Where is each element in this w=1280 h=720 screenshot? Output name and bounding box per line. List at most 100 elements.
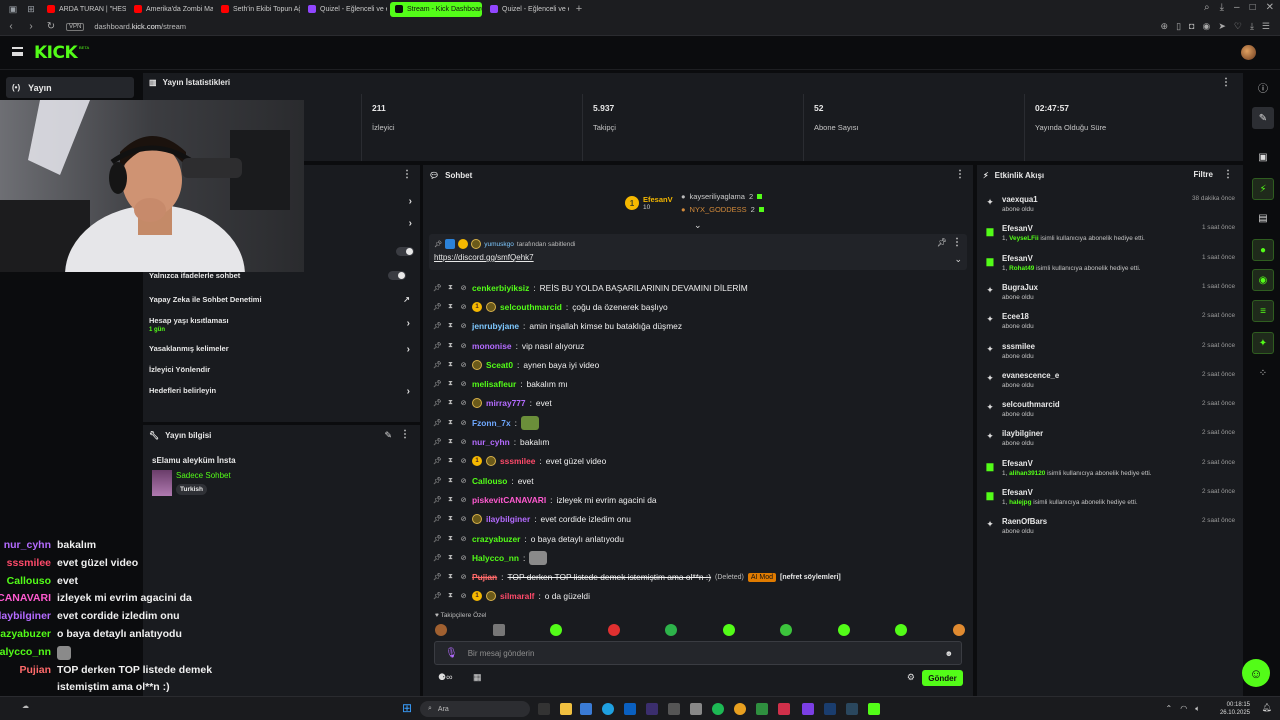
chat-username[interactable]: sssmilee: [500, 456, 535, 466]
ban-icon[interactable]: ⊘: [459, 477, 468, 485]
heart-icon[interactable]: ♡: [1234, 21, 1242, 32]
clipboard-icon[interactable]: ▤: [1252, 207, 1274, 229]
chat-username[interactable]: mononise: [472, 341, 512, 351]
timeout-icon[interactable]: ⧗: [446, 573, 455, 581]
timeout-icon[interactable]: ⧗: [446, 457, 455, 465]
pin-message-icon[interactable]: 📌︎: [433, 419, 442, 427]
timeout-icon[interactable]: ⧗: [446, 322, 455, 330]
pin-message-icon[interactable]: 📌︎: [433, 496, 442, 504]
timeout-icon[interactable]: ⧗: [446, 361, 455, 369]
eye-icon[interactable]: ◉: [1202, 21, 1210, 32]
activity-username[interactable]: evanescence_e: [1002, 371, 1059, 380]
chat-username[interactable]: Fzonn_7x: [472, 418, 511, 428]
pin-message-icon[interactable]: 📌︎: [433, 438, 442, 446]
chevron-right-icon[interactable]: ›: [407, 386, 410, 397]
weather-icon[interactable]: ☁: [22, 702, 29, 710]
ban-icon[interactable]: ⊘: [459, 361, 468, 369]
activity-username[interactable]: ilaybilginer: [1002, 429, 1043, 438]
app-icon[interactable]: [824, 703, 836, 715]
pin-message-icon[interactable]: 📌︎: [433, 477, 442, 485]
taskbar-clock[interactable]: 00:18:15 26.10.2025: [1220, 701, 1250, 717]
collapse-leaderboard-icon[interactable]: ⌄: [694, 220, 702, 231]
timeout-icon[interactable]: ⧗: [446, 496, 455, 504]
toggle-switch[interactable]: [396, 247, 414, 256]
chat-username[interactable]: silmaralf: [500, 591, 534, 601]
sidebar-toggle-icon[interactable]: ▣: [6, 3, 20, 15]
timeout-icon[interactable]: ⧗: [446, 554, 455, 562]
gift-recipient[interactable]: VeyseLFii: [1009, 235, 1039, 242]
broadcast-icon[interactable]: ◉: [1252, 269, 1274, 291]
leader-name[interactable]: kayseriliyaglama: [690, 192, 745, 201]
activity-username[interactable]: RaenOfBars: [1002, 517, 1047, 526]
pin-message-icon[interactable]: 📌︎: [433, 535, 442, 543]
nav-item-yayin[interactable]: (•) Yayın: [6, 77, 134, 98]
info-icon[interactable]: ⓘ: [1252, 76, 1274, 98]
vpn-badge[interactable]: VPN: [66, 22, 85, 31]
chat-username[interactable]: Pujian: [472, 572, 497, 582]
wrench-icon[interactable]: ✦: [1252, 332, 1274, 354]
activity-username[interactable]: EfesanV: [1002, 254, 1033, 263]
url-field[interactable]: dashboard.kick.com/stream: [94, 22, 186, 31]
ban-icon[interactable]: ⊘: [459, 573, 468, 581]
chevron-up-icon[interactable]: ⌃: [1166, 704, 1173, 714]
pencil-icon[interactable]: ✎: [1252, 107, 1274, 129]
send-button[interactable]: Gönder: [922, 670, 963, 686]
pin-message-icon[interactable]: 📌︎: [433, 457, 442, 465]
chat-tools-icon[interactable]: ⚈∞: [438, 672, 452, 683]
chat-username[interactable]: Callouso: [472, 476, 507, 486]
browser-tab[interactable]: Stream - Kick Dashboard: [390, 1, 482, 17]
ban-icon[interactable]: ⊘: [459, 342, 468, 350]
tab-overview-icon[interactable]: ⊞: [24, 3, 38, 15]
browser-tab[interactable]: Seth'in Ekibi Topun Ağzın: [216, 2, 300, 17]
search-tabs-icon[interactable]: ⌕: [1204, 2, 1210, 13]
app-icon[interactable]: [624, 703, 636, 715]
pin-message-icon[interactable]: 📌︎: [433, 342, 442, 350]
ban-icon[interactable]: ⊘: [459, 592, 468, 600]
mod-row-raid[interactable]: İzleyici Yönlendir: [149, 365, 410, 374]
pinned-link[interactable]: https://discord.gg/smfQehk7: [434, 253, 534, 262]
maximize-icon[interactable]: □: [1250, 2, 1256, 13]
emote-button[interactable]: [722, 624, 735, 636]
notification-icon[interactable]: 🔔︎: [1262, 703, 1272, 712]
expand-pinned-icon[interactable]: ⌄: [954, 254, 962, 265]
emote-button[interactable]: [780, 624, 793, 636]
mod-row-ai-moderation[interactable]: Yapay Zeka ile Sohbet Denetimi ↗: [149, 295, 410, 304]
zoom-icon[interactable]: ⊕: [1161, 21, 1169, 32]
bookmark-icon[interactable]: ▯: [1176, 21, 1181, 32]
activity-username[interactable]: EfesanV: [1002, 488, 1033, 497]
chat-username[interactable]: melisafleur: [472, 379, 516, 389]
filter-button[interactable]: Filtre: [1193, 170, 1213, 179]
chevron-right-icon[interactable]: ›: [407, 344, 410, 355]
shop-icon[interactable]: ▦: [473, 672, 482, 683]
pin-message-icon[interactable]: 📌︎: [433, 573, 442, 581]
activity-more-icon[interactable]: ⋮: [1223, 169, 1233, 180]
chevron-right-icon[interactable]: ›: [409, 196, 412, 207]
unpin-icon[interactable]: 📌︎: [937, 238, 947, 247]
emote-button[interactable]: [837, 624, 850, 636]
leader-name[interactable]: EfesanV: [643, 195, 673, 204]
file-explorer-icon[interactable]: [560, 703, 572, 715]
ban-icon[interactable]: ⊘: [459, 554, 468, 562]
forward-icon[interactable]: ›: [26, 21, 36, 32]
browser-tab[interactable]: Quizel - Eğlenceli ve etkil: [303, 2, 387, 17]
timeout-icon[interactable]: ⧗: [446, 592, 455, 600]
camera-icon[interactable]: ◘: [1189, 21, 1194, 32]
pinned-by-user[interactable]: yumuskgo: [484, 241, 514, 248]
pin-message-icon[interactable]: 📌︎: [433, 592, 442, 600]
pin-message-icon[interactable]: 📌︎: [433, 515, 442, 523]
user-avatar[interactable]: [1241, 45, 1256, 60]
steam-icon[interactable]: [846, 703, 858, 715]
activity-username[interactable]: EfesanV: [1002, 224, 1033, 233]
timeout-icon[interactable]: ⧗: [446, 419, 455, 427]
emote-button[interactable]: [607, 624, 620, 636]
chat-username[interactable]: Sceat0: [486, 360, 513, 370]
timeout-icon[interactable]: ⧗: [446, 342, 455, 350]
new-tab-button[interactable]: +: [573, 3, 585, 15]
emote-button[interactable]: [435, 624, 447, 636]
edge-icon[interactable]: [602, 703, 614, 715]
download-bar-icon[interactable]: ⤓: [1250, 21, 1254, 32]
windows-start-icon[interactable]: ⊞: [402, 701, 412, 715]
chat-more-icon[interactable]: ⋮: [955, 169, 965, 180]
stats-more-icon[interactable]: ⋮: [1221, 77, 1231, 88]
apps-icon[interactable]: ⁘: [1252, 362, 1274, 384]
